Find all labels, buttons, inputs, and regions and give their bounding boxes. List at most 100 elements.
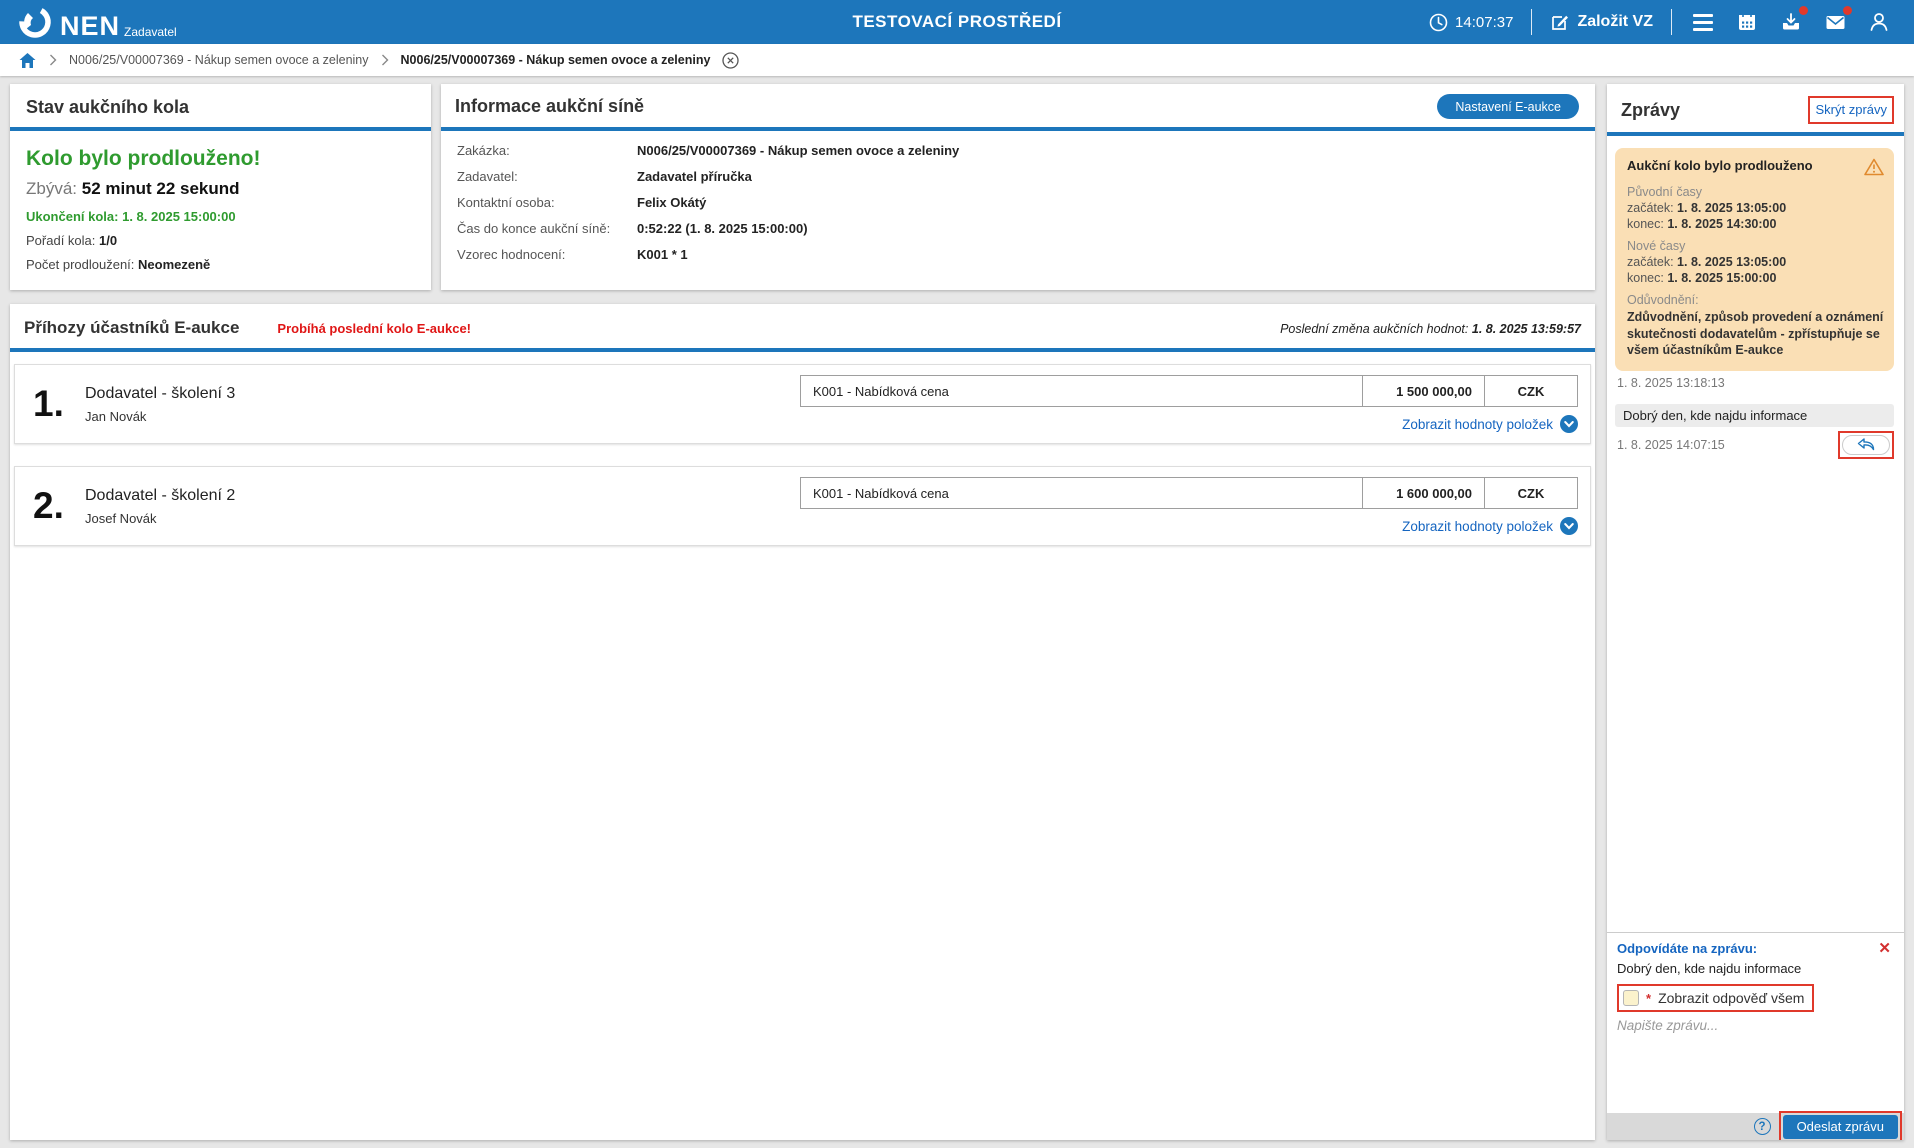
annotation-highlight: Skrýt zprávy <box>1808 96 1894 124</box>
original-end-time: konec: 1. 8. 2025 14:30:00 <box>1627 217 1884 231</box>
calendar-icon <box>1736 11 1758 33</box>
message-title: Aukční kolo bylo prodlouženo <box>1627 158 1864 173</box>
create-vz-button[interactable]: Založit VZ <box>1550 13 1653 32</box>
downloads-notification-badge <box>1799 6 1808 15</box>
bid-row-1: 1. Dodavatel - školení 3 Jan Novák K001 … <box>14 364 1591 444</box>
round-extended-message-card: Aukční kolo bylo prodlouženo Původní čas… <box>1615 148 1894 371</box>
round-end: Ukončení kola: 1. 8. 2025 15:00:00 <box>26 209 415 224</box>
end-value: 1. 8. 2025 15:00:00 <box>1667 271 1776 285</box>
cancel-reply-icon[interactable]: ✕ <box>1875 941 1894 956</box>
round-end-value: 1. 8. 2025 15:00:00 <box>122 209 235 224</box>
annotation-highlight: * Zobrazit odpověď všem <box>1617 984 1814 1012</box>
last-change-info: Poslední změna aukčních hodnot: 1. 8. 20… <box>1280 322 1581 336</box>
info-row-contract: Zakázka: N006/25/V00007369 - Nákup semen… <box>457 143 1579 158</box>
time-remaining-value: 52 minut 22 sekund <box>82 179 240 198</box>
replying-header: Odpovídáte na zprávu: ✕ <box>1617 941 1894 956</box>
contact-person-name: Josef Novák <box>85 511 800 526</box>
panel-title: Stav aukčního kola <box>26 97 415 118</box>
end-value: 1. 8. 2025 14:30:00 <box>1667 217 1776 231</box>
send-message-button[interactable]: Odeslat zprávu <box>1783 1115 1898 1139</box>
contact-person-name: Jan Novák <box>85 409 800 424</box>
server-time: 14:07:37 <box>1429 13 1513 32</box>
top-bar: NEN Zadavatel TESTOVACÍ PROSTŘEDÍ 14:07:… <box>0 0 1914 44</box>
menu-button[interactable] <box>1690 9 1716 35</box>
bidder-identity: Dodavatel - školení 3 Jan Novák <box>85 385 800 424</box>
close-tab-icon[interactable] <box>722 52 739 69</box>
last-change-value: 1. 8. 2025 13:59:57 <box>1472 322 1581 336</box>
info-value: K001 * 1 <box>637 247 688 262</box>
show-item-values-link[interactable]: Zobrazit hodnoty položek <box>1402 417 1553 432</box>
chevron-down-circle-icon[interactable] <box>1560 415 1578 433</box>
info-value: N006/25/V00007369 - Nákup semen ovoce a … <box>637 143 959 158</box>
participant-bids-panel: Příhozy účastníků E-aukce Probíhá posled… <box>10 304 1595 1140</box>
message-title-row: Aukční kolo bylo prodlouženo <box>1627 158 1884 176</box>
hamburger-icon <box>1693 14 1713 31</box>
info-label: Kontaktní osoba: <box>457 195 637 210</box>
message-timestamp: 1. 8. 2025 14:07:15 <box>1617 438 1836 452</box>
warning-icon <box>1864 158 1884 176</box>
chevron-right-icon <box>49 54 57 66</box>
divider <box>1531 9 1532 35</box>
panel-header: Zprávy Skrýt zprávy <box>1607 84 1904 136</box>
question-message: Dobrý den, kde najdu informace <box>1615 404 1894 427</box>
downloads-button[interactable] <box>1778 9 1804 35</box>
show-reply-to-all-label[interactable]: Zobrazit odpověď všem <box>1658 990 1804 1006</box>
reply-arrow-icon <box>1857 438 1875 451</box>
user-button[interactable] <box>1866 9 1892 35</box>
required-mark: * <box>1646 991 1651 1006</box>
chevron-down-circle-icon[interactable] <box>1560 517 1578 535</box>
nen-logo-icon <box>16 3 54 41</box>
round-order-label: Pořadí kola: <box>26 233 95 248</box>
info-value: 0:52:22 (1. 8. 2025 15:00:00) <box>637 221 808 236</box>
start-label: začátek: <box>1627 255 1674 269</box>
download-tray-icon <box>1780 11 1802 33</box>
info-label: Zadavatel: <box>457 169 637 184</box>
new-start-time: začátek: 1. 8. 2025 13:05:00 <box>1627 255 1884 269</box>
reply-compose-area: Odpovídáte na zprávu: ✕ Dobrý den, kde n… <box>1607 932 1904 1113</box>
auction-round-status-panel: Stav aukčního kola Kolo bylo prodlouženo… <box>10 84 431 290</box>
end-label: konec: <box>1627 217 1664 231</box>
show-item-values-link[interactable]: Zobrazit hodnoty položek <box>1402 519 1553 534</box>
top-bar-actions: 14:07:37 Založit VZ <box>1429 9 1914 35</box>
eauction-settings-button[interactable]: Nastavení E-aukce <box>1437 94 1579 119</box>
messages-footer-bar: ? Odeslat zprávu <box>1607 1113 1904 1140</box>
round-extended-status: Kolo bylo prodlouženo! <box>26 147 415 171</box>
calendar-button[interactable] <box>1734 9 1760 35</box>
reply-button[interactable] <box>1842 435 1890 455</box>
auction-room-info-panel: Informace aukční síně Nastavení E-aukce … <box>441 84 1595 290</box>
new-end-time: konec: 1. 8. 2025 15:00:00 <box>1627 271 1884 285</box>
nen-logo[interactable]: NEN Zadavatel <box>0 3 177 42</box>
supplier-name: Dodavatel - školení 3 <box>85 385 800 403</box>
bid-currency: CZK <box>1484 376 1577 406</box>
reason-label: Odůvodnění: <box>1627 293 1884 307</box>
bid-rank: 1. <box>33 383 85 425</box>
info-label: Čas do konce aukční síně: <box>457 221 637 236</box>
annotation-highlight: Odeslat zprávu <box>1779 1111 1902 1141</box>
breadcrumb-item-current-tab[interactable]: N006/25/V00007369 - Nákup semen ovoce a … <box>401 53 711 67</box>
bid-values: K001 - Nabídková cena 1 500 000,00 CZK Z… <box>800 375 1578 433</box>
breadcrumb: N006/25/V00007369 - Nákup semen ovoce a … <box>0 44 1914 76</box>
mail-button[interactable] <box>1822 9 1848 35</box>
round-order-value: 1/0 <box>99 233 117 248</box>
criterion-name: K001 - Nabídková cena <box>801 376 1362 406</box>
start-value: 1. 8. 2025 13:05:00 <box>1677 201 1786 215</box>
annotation-highlight <box>1838 431 1894 459</box>
help-icon[interactable]: ? <box>1754 1118 1771 1135</box>
logo-subtitle: Zadavatel <box>124 25 177 39</box>
top-panels-row: Stav aukčního kola Kolo bylo prodlouženo… <box>10 84 1595 290</box>
extension-count-label: Počet prodloužení: <box>26 257 134 272</box>
supplier-name: Dodavatel - školení 2 <box>85 487 800 505</box>
last-round-notice: Probíhá poslední kolo E-aukce! <box>277 321 471 336</box>
messages-panel: Zprávy Skrýt zprávy Aukční kolo bylo pro… <box>1607 84 1904 1140</box>
home-icon[interactable] <box>18 51 37 70</box>
message-input[interactable] <box>1617 1018 1894 1102</box>
show-reply-to-all-checkbox[interactable] <box>1623 990 1639 1006</box>
end-label: konec: <box>1627 271 1664 285</box>
breadcrumb-item-procurement[interactable]: N006/25/V00007369 - Nákup semen ovoce a … <box>69 53 369 67</box>
bidder-identity: Dodavatel - školení 2 Josef Novák <box>85 487 800 526</box>
original-start-time: začátek: 1. 8. 2025 13:05:00 <box>1627 201 1884 215</box>
message-timestamp: 1. 8. 2025 13:18:13 <box>1617 376 1892 390</box>
info-row-contracting-authority: Zadavatel: Zadavatel příručka <box>457 169 1579 184</box>
main-column: Stav aukčního kola Kolo bylo prodlouženo… <box>10 84 1595 1140</box>
hide-messages-link[interactable]: Skrýt zprávy <box>1815 102 1887 117</box>
